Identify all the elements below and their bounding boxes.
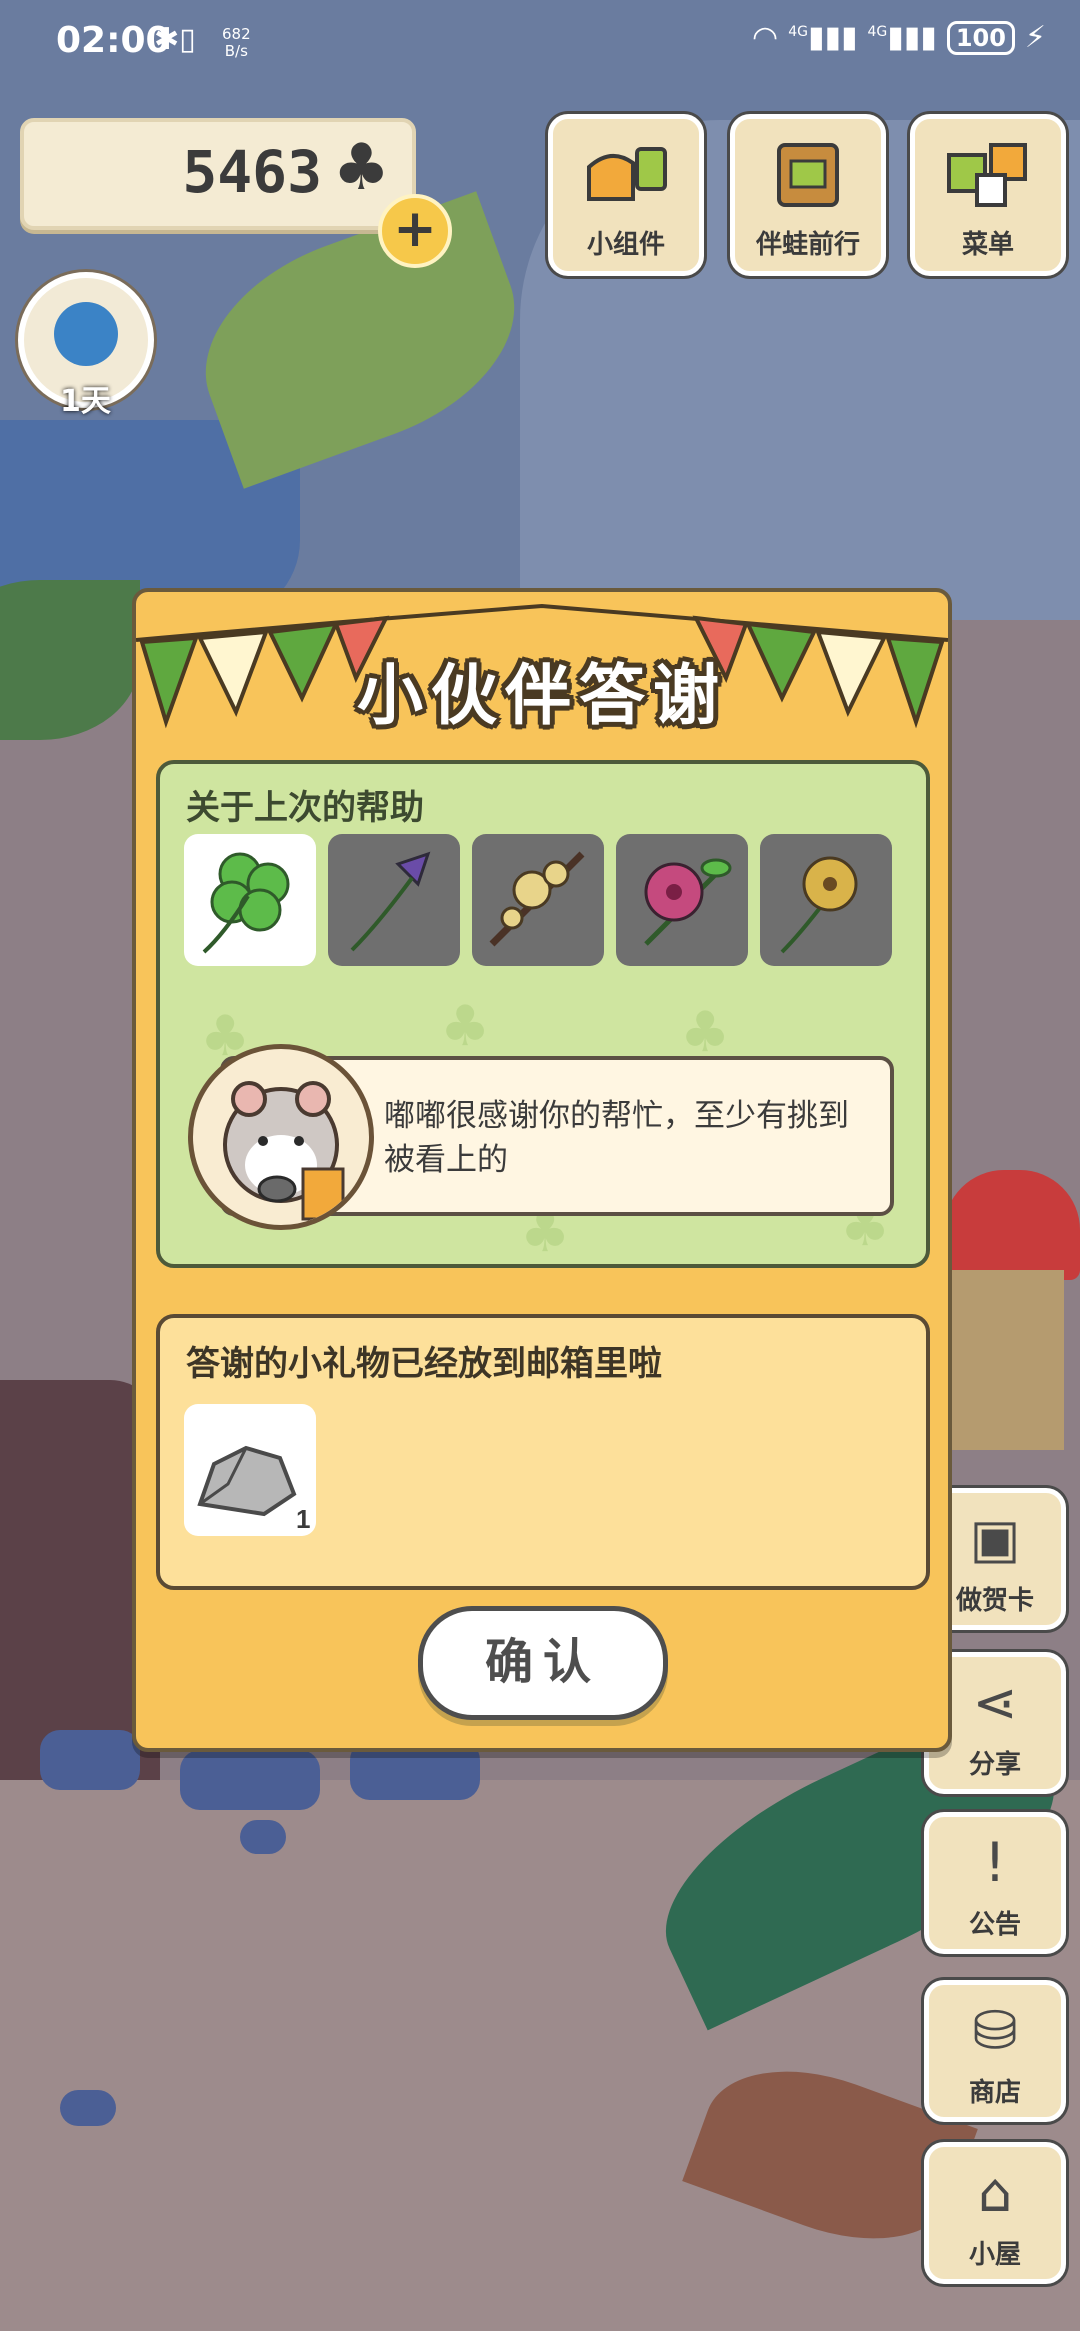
- signal-1: 4G▮▮▮: [788, 20, 858, 55]
- gift-item[interactable]: 1: [184, 1404, 316, 1536]
- mailbox-post: [944, 1270, 1064, 1450]
- hamster-avatar: [188, 1044, 374, 1230]
- signal-2: 4G▮▮▮: [867, 20, 937, 55]
- clover-pattern-icon: ♣: [440, 994, 491, 1059]
- widget-button[interactable]: 小组件: [548, 114, 704, 276]
- gift-count: 1: [296, 1504, 310, 1534]
- plum-blossom-icon: [489, 851, 585, 947]
- add-clover-button[interactable]: +: [378, 194, 452, 268]
- hamster-icon: [223, 1081, 345, 1221]
- album-button[interactable]: 伴蛙前行: [730, 114, 886, 276]
- flower-slot-plum[interactable]: [472, 834, 604, 966]
- net-type-2: 4G: [867, 24, 888, 40]
- rock: [180, 1750, 320, 1810]
- card-icon: ▣: [969, 1507, 1021, 1570]
- net-speed-unit: B/s: [224, 42, 248, 60]
- net-speed-value: 682: [222, 25, 251, 43]
- share-label: 分享: [968, 1750, 1021, 1780]
- house-label: 小屋: [968, 2240, 1021, 2270]
- flower-slot-bellflower[interactable]: [328, 834, 460, 966]
- menu-label: 菜单: [961, 230, 1014, 260]
- flower-slot-hibiscus[interactable]: [616, 834, 748, 966]
- bluetooth-vibrate-icons: ✱▯: [154, 22, 196, 57]
- rock: [240, 1820, 286, 1854]
- notice-label: 公告: [968, 1910, 1021, 1940]
- frog-portrait-icon: [54, 302, 118, 366]
- widget-icon: [587, 147, 667, 201]
- flower-slot-buttercup[interactable]: [760, 834, 892, 966]
- notice-button[interactable]: ! 公告: [924, 1812, 1066, 1954]
- house-button[interactable]: ⌂ 小屋: [924, 2142, 1066, 2284]
- shop-button[interactable]: ⛁ 商店: [924, 1980, 1066, 2122]
- gift-heading: 答谢的小礼物已经放到邮箱里啦: [186, 1344, 662, 1384]
- bellflower-icon: [350, 851, 431, 952]
- flower-slot-clover[interactable]: [184, 834, 316, 966]
- dialog-title: 小伙伴答谢: [357, 657, 727, 734]
- menu-button[interactable]: 菜单: [910, 114, 1066, 276]
- status-right: ◠ 4G▮▮▮ 4G▮▮▮ 100 ⚡: [752, 20, 1046, 55]
- house-icon: ⌂: [977, 2161, 1013, 2224]
- share-icon: ⋖: [972, 1671, 1018, 1734]
- mailbox[interactable]: [944, 1170, 1080, 1280]
- shop-icon: ⛁: [972, 1999, 1018, 2062]
- gift-panel: 答谢的小礼物已经放到邮箱里啦 1: [156, 1314, 930, 1590]
- hibiscus-icon: [644, 858, 732, 946]
- thanks-dialog: 小伙伴答谢 ♣ ♣ ♣ ♣ ♣ 关于上次的帮助 嘟嘟很感谢你的帮忙，至少有挑到被…: [132, 588, 952, 1752]
- widget-label: 小组件: [586, 230, 665, 260]
- clover-counter: 5463 ♣: [20, 118, 416, 230]
- help-heading: 关于上次的帮助: [186, 788, 424, 828]
- album-icon: [777, 143, 839, 207]
- album-label: 伴蛙前行: [755, 230, 860, 260]
- shop-label: 商店: [968, 2078, 1021, 2108]
- menu-icon: [947, 143, 1027, 207]
- wifi-icon: ◠: [752, 20, 779, 55]
- rock: [40, 1730, 140, 1790]
- notice-icon: !: [984, 1831, 1006, 1894]
- charging-icon: ⚡: [1024, 20, 1046, 55]
- confirm-button[interactable]: 确认: [418, 1606, 668, 1720]
- day-label: 1天: [60, 384, 111, 419]
- status-bar: 02:00 ✱▯ 682 B/s ◠ 4G▮▮▮ 4G▮▮▮ 100 ⚡: [0, 0, 1080, 90]
- rock: [60, 2090, 116, 2126]
- net-type-1: 4G: [788, 24, 808, 40]
- help-panel: ♣ ♣ ♣ ♣ ♣ 关于上次的帮助 嘟嘟很感谢你的帮忙，至少有挑到被看上的: [156, 760, 930, 1268]
- flower-list: [184, 834, 892, 966]
- net-speed: 682 B/s: [222, 26, 251, 60]
- clover-count: 5463: [182, 138, 322, 206]
- buttercup-icon: [780, 856, 858, 954]
- four-leaf-clover-icon: [202, 852, 290, 954]
- stone-icon: 1: [197, 1445, 310, 1534]
- clover-icon: ♣: [332, 131, 390, 205]
- battery-icon: 100: [946, 20, 1015, 55]
- thanks-message: 嘟嘟很感谢你的帮忙，至少有挑到被看上的: [384, 1098, 849, 1178]
